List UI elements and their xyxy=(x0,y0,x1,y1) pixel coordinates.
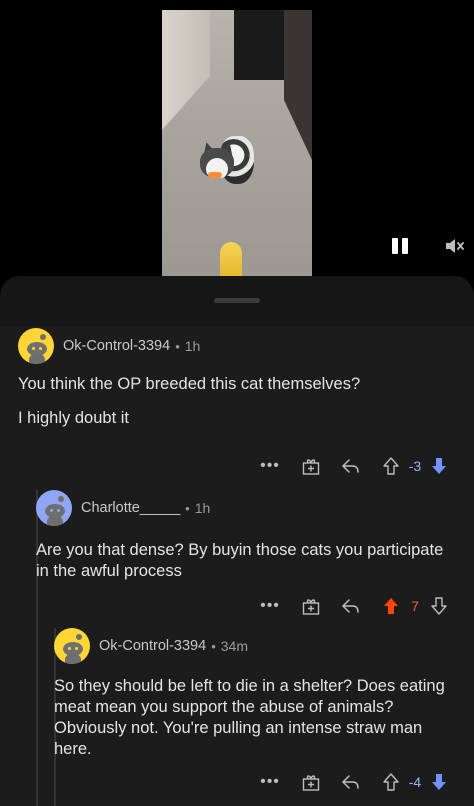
comment-body: Are you that dense? By buyin those cats … xyxy=(36,540,474,582)
video-player[interactable] xyxy=(0,0,474,290)
more-options-icon[interactable]: ••• xyxy=(258,597,282,615)
pause-icon[interactable] xyxy=(390,236,410,256)
video-scene-wall-right xyxy=(284,10,312,160)
comment-text: So they should be left to die in a shelt… xyxy=(54,677,445,758)
more-options-icon[interactable]: ••• xyxy=(258,773,282,791)
comment-actions: ••• 7 xyxy=(258,594,450,618)
video-cat xyxy=(200,128,258,200)
comment-text: Are you that dense? By buyin those cats … xyxy=(36,541,444,580)
sheet-drag-handle[interactable] xyxy=(214,298,260,303)
comment: Ok-Control-3394 • 1h You think the OP br… xyxy=(18,326,474,484)
separator: • xyxy=(211,638,216,654)
more-options-icon[interactable]: ••• xyxy=(258,457,282,475)
upvote-icon[interactable] xyxy=(380,595,402,617)
video-frame[interactable] xyxy=(162,10,312,276)
video-toy xyxy=(220,242,242,276)
award-icon[interactable] xyxy=(300,771,322,793)
downvote-icon[interactable] xyxy=(428,595,450,617)
comment-actions: ••• -4 xyxy=(258,770,450,794)
comment-header: Ok-Control-3394 • 1h xyxy=(18,326,474,366)
comment-header: Charlotte_____ • 1h xyxy=(36,488,474,528)
reply-icon[interactable] xyxy=(340,455,362,477)
timestamp: 1h xyxy=(194,500,211,516)
comments-sheet: Ok-Control-3394 • 1h You think the OP br… xyxy=(0,276,474,806)
award-icon[interactable] xyxy=(300,595,322,617)
comment: Ok-Control-3394 • 34m So they should be … xyxy=(54,626,474,806)
video-scene-wall xyxy=(162,10,210,130)
upvote-icon[interactable] xyxy=(380,455,402,477)
video-scene-doorway xyxy=(234,10,284,80)
vote-score: 7 xyxy=(411,598,419,614)
separator: • xyxy=(185,500,190,516)
reply-icon[interactable] xyxy=(340,771,362,793)
comment-text: I highly doubt it xyxy=(18,409,129,427)
username[interactable]: Charlotte_____ xyxy=(81,500,180,516)
username[interactable]: Ok-Control-3394 xyxy=(99,638,206,654)
muted-speaker-icon[interactable] xyxy=(444,236,466,256)
downvote-icon[interactable] xyxy=(428,455,450,477)
comment-body: So they should be left to die in a shelt… xyxy=(54,676,474,760)
comment-header: Ok-Control-3394 • 34m xyxy=(54,626,474,666)
upvote-icon[interactable] xyxy=(380,771,402,793)
avatar[interactable] xyxy=(18,328,54,364)
comment-actions: ••• -3 xyxy=(258,454,450,478)
comment-thread: Ok-Control-3394 • 1h You think the OP br… xyxy=(0,326,474,806)
vote-score: -3 xyxy=(408,458,422,474)
timestamp: 1h xyxy=(184,338,201,354)
reply-icon[interactable] xyxy=(340,595,362,617)
timestamp: 34m xyxy=(220,638,248,654)
avatar[interactable] xyxy=(54,628,90,664)
award-icon[interactable] xyxy=(300,455,322,477)
comment: Charlotte_____ • 1h Are you that dense? … xyxy=(36,488,474,618)
avatar[interactable] xyxy=(36,490,72,526)
username[interactable]: Ok-Control-3394 xyxy=(63,338,170,354)
comment-text: You think the OP breeded this cat themse… xyxy=(18,375,361,393)
comment-body: You think the OP breeded this cat themse… xyxy=(18,374,474,429)
downvote-icon[interactable] xyxy=(428,771,450,793)
vote-score: -4 xyxy=(408,774,422,790)
separator: • xyxy=(175,338,180,354)
